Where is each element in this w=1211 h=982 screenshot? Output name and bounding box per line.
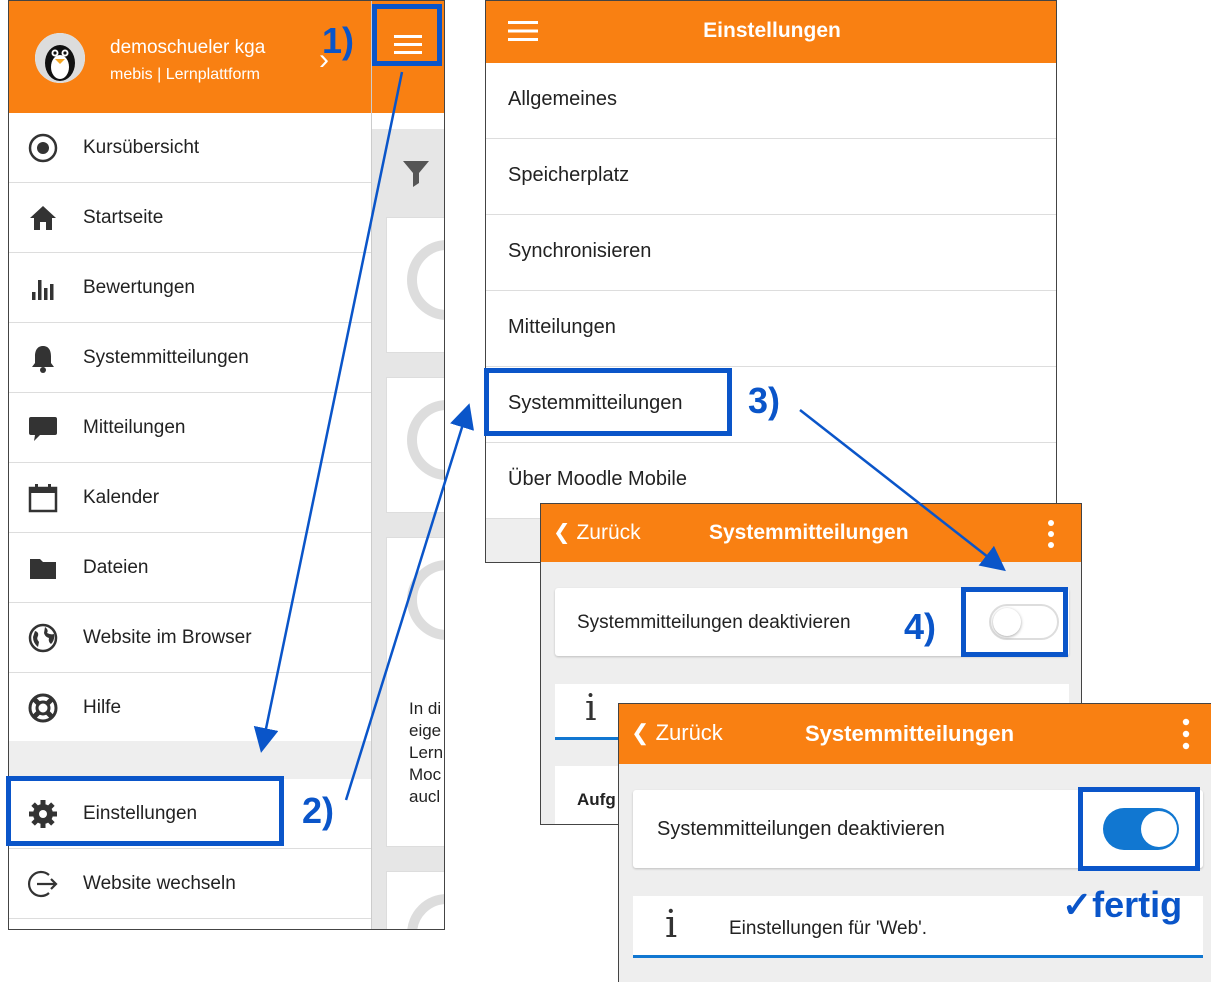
menu-item-label: Startseite (83, 207, 164, 228)
home-icon (30, 206, 56, 230)
highlight-step-1 (372, 4, 442, 66)
menu-item-label: Website im Browser (83, 627, 252, 648)
menu-item-label: Kursübersicht (83, 137, 200, 158)
more-options-icon[interactable] (1181, 718, 1191, 750)
info-icon: i (665, 902, 678, 946)
menu-item-label: Bewertungen (83, 277, 195, 298)
partial-section-label: Aufg (577, 790, 616, 809)
menu-item-bewertungen[interactable]: Bewertungen (9, 253, 371, 323)
notifications-title: Systemmitteilungen (805, 721, 1015, 746)
menu-item-label: Hilfe (83, 697, 122, 718)
menu-item-kalender[interactable]: Kalender (9, 463, 371, 533)
background-course-page: In di eige Lern Moc aucl (371, 1, 444, 929)
user-name: demoschueler kga (110, 37, 266, 58)
back-label: Zurück (655, 720, 723, 745)
filter-icon[interactable] (400, 157, 432, 189)
menu-item-mitteilungen[interactable]: Mitteilungen (9, 393, 371, 463)
settings-item-label: Mitteilungen (508, 316, 616, 338)
course-card[interactable] (386, 871, 444, 929)
chat-bubble-icon (29, 417, 57, 441)
step-4-label: 4) (904, 606, 937, 647)
course-description-fragment: In di (409, 699, 442, 718)
settings-item-mitteilungen[interactable]: Mitteilungen (486, 291, 1056, 367)
menu-item-hilfe[interactable]: Hilfe (9, 673, 371, 743)
highlight-step-2 (6, 776, 284, 846)
back-button[interactable]: ❮ Zurück (631, 720, 723, 746)
settings-screenshot: Einstellungen Allgemeines Speicherplatz … (485, 0, 1057, 563)
step-1-label: 1) (322, 20, 355, 61)
settings-item-label: Über Moodle Mobile (508, 468, 687, 490)
grades-icon (32, 280, 54, 300)
back-button[interactable]: ❮ Zurück (553, 520, 641, 545)
bell-icon (32, 346, 54, 373)
done-label: ✓fertig (1062, 884, 1183, 925)
course-description-fragment: Lern (409, 743, 444, 762)
menu-item-label: Kalender (83, 487, 160, 508)
notifications-header: ❮ Zurück Systemmitteilungen (619, 704, 1211, 764)
menu-item-dateien[interactable]: Dateien (9, 533, 371, 603)
settings-header: Einstellungen (486, 1, 1056, 63)
notifications-header: ❮ Zurück Systemmitteilungen (541, 504, 1081, 562)
menu-item-startseite[interactable]: Startseite (9, 183, 371, 253)
menu-item-label: Website wechseln (83, 873, 236, 894)
disable-notifications-label: Systemmitteilungen deaktivieren (657, 818, 945, 840)
course-progress-circle (407, 240, 444, 320)
course-description-fragment: Moc (409, 765, 442, 784)
calendar-icon (28, 484, 58, 513)
course-overview-icon (28, 133, 58, 163)
course-progress-circle (407, 894, 444, 929)
disable-notifications-label: Systemmitteilungen deaktivieren (577, 612, 851, 633)
menu-item-kursuebersicht[interactable]: Kursübersicht (9, 113, 371, 183)
user-site-name: mebis | Lernplattform (110, 66, 260, 83)
switch-site-icon (27, 870, 58, 898)
settings-item-allgemeines[interactable]: Allgemeines (486, 63, 1056, 139)
info-icon: i (585, 688, 597, 729)
settings-item-label: Allgemeines (508, 88, 617, 110)
lifebuoy-icon (28, 693, 58, 723)
settings-item-label: Speicherplatz (508, 164, 630, 186)
menu-item-systemmitteilungen[interactable]: Systemmitteilungen (9, 323, 371, 393)
user-header[interactable]: demoschueler kga mebis | Lernplattform › (9, 1, 371, 113)
course-description-fragment: aucl (409, 787, 441, 806)
settings-title: Einstellungen (703, 19, 841, 42)
menu-separator (9, 741, 371, 779)
menu-item-website-wechseln[interactable]: Website wechseln (9, 849, 371, 919)
menu-item-website-im-browser[interactable]: Website im Browser (9, 603, 371, 673)
penguin-avatar-icon (35, 33, 85, 83)
more-options-icon[interactable] (1046, 519, 1056, 549)
menu-item-label: Mitteilungen (83, 417, 186, 438)
step-2-label: 2) (302, 790, 335, 831)
notifications-title: Systemmitteilungen (709, 521, 909, 544)
highlight-done (1078, 787, 1200, 871)
globe-icon (28, 623, 58, 653)
highlight-step-4 (961, 587, 1068, 657)
chevron-left-icon: ❮ (631, 720, 650, 745)
step-3-label: 3) (748, 380, 781, 421)
course-card[interactable]: In di eige Lern Moc aucl (386, 537, 444, 847)
course-description-fragment: eige (409, 721, 442, 740)
course-card[interactable] (386, 217, 444, 353)
menu-item-label: Systemmitteilungen (83, 347, 249, 368)
settings-item-synchronisieren[interactable]: Synchronisieren (486, 215, 1056, 291)
folder-icon (30, 559, 56, 579)
menu-item-label: Dateien (83, 557, 149, 578)
user-avatar (35, 33, 85, 83)
chevron-left-icon: ❮ (553, 521, 571, 544)
settings-item-label: Synchronisieren (508, 240, 652, 262)
course-progress-circle (407, 560, 444, 640)
settings-item-speicherplatz[interactable]: Speicherplatz (486, 139, 1056, 215)
info-text: Einstellungen für 'Web'. (729, 918, 928, 939)
course-progress-circle (407, 400, 444, 480)
highlight-step-3 (484, 368, 732, 436)
course-card[interactable] (386, 377, 444, 513)
back-label: Zurück (576, 521, 641, 544)
